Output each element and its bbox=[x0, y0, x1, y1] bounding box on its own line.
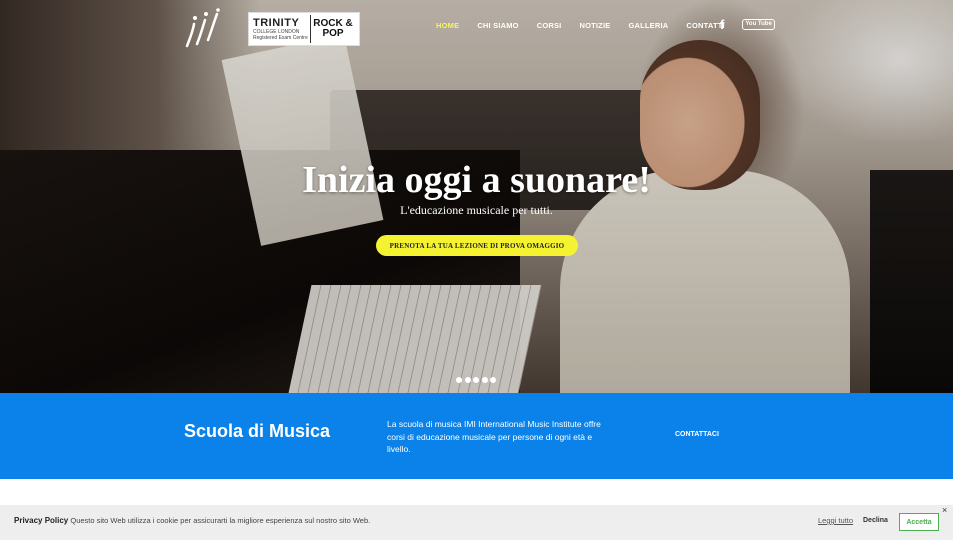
trinity-subtitle-2: Registered Exam Centre bbox=[253, 35, 308, 41]
trinity-name: TRINITY bbox=[253, 17, 300, 29]
slider-dot[interactable] bbox=[490, 377, 496, 383]
cookie-decline-button[interactable]: Declina bbox=[863, 517, 888, 524]
intro-text: La scuola di musica IMI International Mu… bbox=[387, 419, 601, 454]
nav-item-chi-siamo[interactable]: CHI SIAMO bbox=[477, 21, 518, 30]
facebook-icon[interactable]: f bbox=[720, 17, 724, 32]
slider-dot[interactable] bbox=[456, 377, 462, 383]
cookie-title: Privacy Policy bbox=[14, 516, 69, 525]
slider-dot[interactable] bbox=[473, 377, 479, 383]
nav-item-notizie[interactable]: NOTIZIE bbox=[579, 21, 610, 30]
hero-title: Inizia oggi a suonare! bbox=[302, 159, 651, 201]
nav-item-galleria[interactable]: GALLERIA bbox=[628, 21, 668, 30]
book-trial-lesson-button[interactable]: PRENOTA LA TUA LEZIONE DI PROVA OMAGGIO bbox=[376, 235, 578, 256]
trinity-partner-logo[interactable]: TRINITY COLLEGE LONDON Registered Exam C… bbox=[248, 12, 360, 46]
site-logo[interactable] bbox=[183, 8, 221, 50]
youtube-icon[interactable]: You Tube bbox=[742, 19, 775, 30]
main-nav: HOME CHI SIAMO CORSI NOTIZIE GALLERIA CO… bbox=[436, 19, 743, 31]
slider-dots bbox=[456, 377, 496, 383]
nav-item-home[interactable]: HOME bbox=[436, 21, 459, 30]
cookie-close-icon[interactable]: × bbox=[942, 505, 947, 515]
cookie-accept-button[interactable]: Accetta bbox=[899, 513, 939, 531]
cookie-read-more-link[interactable]: Leggi tutto bbox=[818, 516, 853, 525]
trinity-logo: TRINITY COLLEGE LONDON Registered Exam C… bbox=[253, 15, 311, 43]
social-links: f You Tube bbox=[720, 17, 775, 32]
rock-pop-badge: ROCK & POP bbox=[313, 18, 353, 39]
hero-subtitle: L'educazione musicale per tutti. bbox=[400, 203, 553, 217]
intro-title: Scuola di Musica bbox=[184, 421, 331, 441]
imi-logo-icon bbox=[185, 8, 220, 48]
slider-dot[interactable] bbox=[464, 377, 471, 383]
slider-dot[interactable] bbox=[481, 377, 488, 383]
cookie-message: Privacy Policy Questo sito Web utilizza … bbox=[14, 516, 370, 525]
cookie-text: Questo sito Web utilizza i cookie per as… bbox=[70, 516, 371, 525]
nav-item-corsi[interactable]: CORSI bbox=[537, 21, 562, 30]
contact-us-link[interactable]: CONTATTACI bbox=[675, 431, 719, 438]
